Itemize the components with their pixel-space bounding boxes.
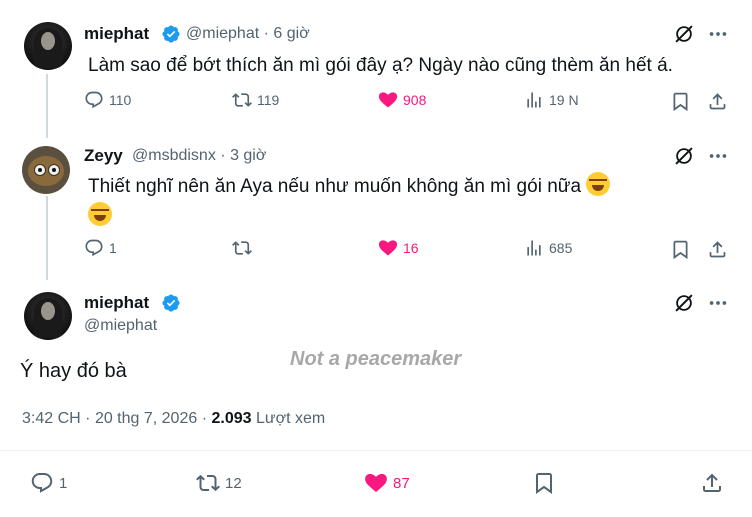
share-icon[interactable] [700,471,724,495]
views-button[interactable]: 685 [524,238,572,258]
handle[interactable]: @msbdisnx [132,147,216,164]
display-name[interactable]: miephat [84,293,149,313]
share-icon[interactable] [707,91,728,112]
reply-button[interactable]: 1 [84,238,117,258]
separator: · [263,25,269,42]
reply-button[interactable]: 110 [84,90,131,110]
handle[interactable]: @miephat [84,317,157,335]
heart-icon [378,238,398,258]
retweet-count: 12 [225,474,242,492]
timestamp[interactable]: 6 giờ [273,25,309,42]
heart-icon [378,90,398,110]
watermark: Not a peacemaker [290,348,462,370]
more-icon[interactable] [707,145,729,167]
views-button[interactable]: 19 N [524,90,579,110]
retweet-button[interactable] [232,238,257,258]
like-count: 908 [403,92,427,108]
divider [0,450,752,451]
display-name[interactable]: miephat [84,24,149,44]
share-icon[interactable] [707,239,728,260]
retweet-icon [232,238,252,258]
heart-icon [364,471,388,495]
bookmark-icon[interactable] [670,91,691,112]
avatar[interactable] [24,22,72,70]
reply-icon [84,238,104,258]
like-count: 87 [393,474,410,492]
separator: · [85,410,91,427]
tweet-text-content: Thiết nghĩ nên ăn Aya nếu như muốn không… [88,176,582,197]
reply-count: 1 [109,240,117,256]
separator: · [220,147,226,164]
main-tweet-text: Ý hay đó bà [20,360,127,382]
retweet-count: 119 [257,92,280,108]
reply-count: 110 [109,92,132,108]
views-icon [524,238,544,258]
bookmark-icon[interactable] [670,239,691,260]
post-time[interactable]: 3:42 CH [22,410,81,427]
post-date[interactable]: 20 thg 7, 2026 [95,410,197,427]
retweet-button[interactable]: 12 [196,471,242,495]
reply-button[interactable]: 1 [30,471,67,495]
reply-icon [30,471,54,495]
more-icon[interactable] [707,292,729,314]
display-name[interactable]: Zeyy [84,146,123,166]
verified-badge-icon [161,293,181,313]
retweet-icon [196,471,220,495]
view-count: 685 [549,240,573,256]
grok-icon[interactable] [673,292,695,314]
view-count: 19 N [549,92,579,108]
views-label: Lượt xem [255,410,326,427]
grok-icon[interactable] [673,23,695,45]
like-button[interactable]: 87 [364,471,410,495]
like-button[interactable]: 908 [378,90,426,110]
tweet-text: Làm sao để bớt thích ăn mì gói đây ạ? Ng… [88,55,673,76]
separator: · [201,410,208,427]
laughing-emoji-icon [88,202,112,226]
views-icon [524,90,544,110]
timestamp[interactable]: 3 giờ [230,147,266,164]
retweet-icon [232,90,252,110]
avatar[interactable] [24,292,72,340]
reply-icon [84,90,104,110]
views-count: 2.093 [211,410,252,427]
grok-icon[interactable] [673,145,695,167]
tweet-meta: @msbdisnx · 3 giờ [132,147,266,165]
tweet-meta: @miephat · 6 giờ [186,25,310,43]
like-button[interactable]: 16 [378,238,419,258]
bookmark-icon[interactable] [532,471,556,495]
tweet-stats: 3:42 CH · 20 thg 7, 2026 · 2.093 Lượt xe… [22,410,325,428]
handle[interactable]: @miephat [186,25,259,42]
avatar[interactable] [22,146,70,194]
thread-line [46,196,48,280]
more-icon[interactable] [707,23,729,45]
retweet-button[interactable]: 119 [232,90,279,110]
like-count: 16 [403,240,419,256]
verified-badge-icon [161,24,181,44]
thread-line [46,74,48,138]
laughing-emoji-icon [586,172,611,196]
tweet-text: Thiết nghĩ nên ăn Aya nếu như muốn không… [88,172,728,232]
reply-count: 1 [59,474,68,492]
